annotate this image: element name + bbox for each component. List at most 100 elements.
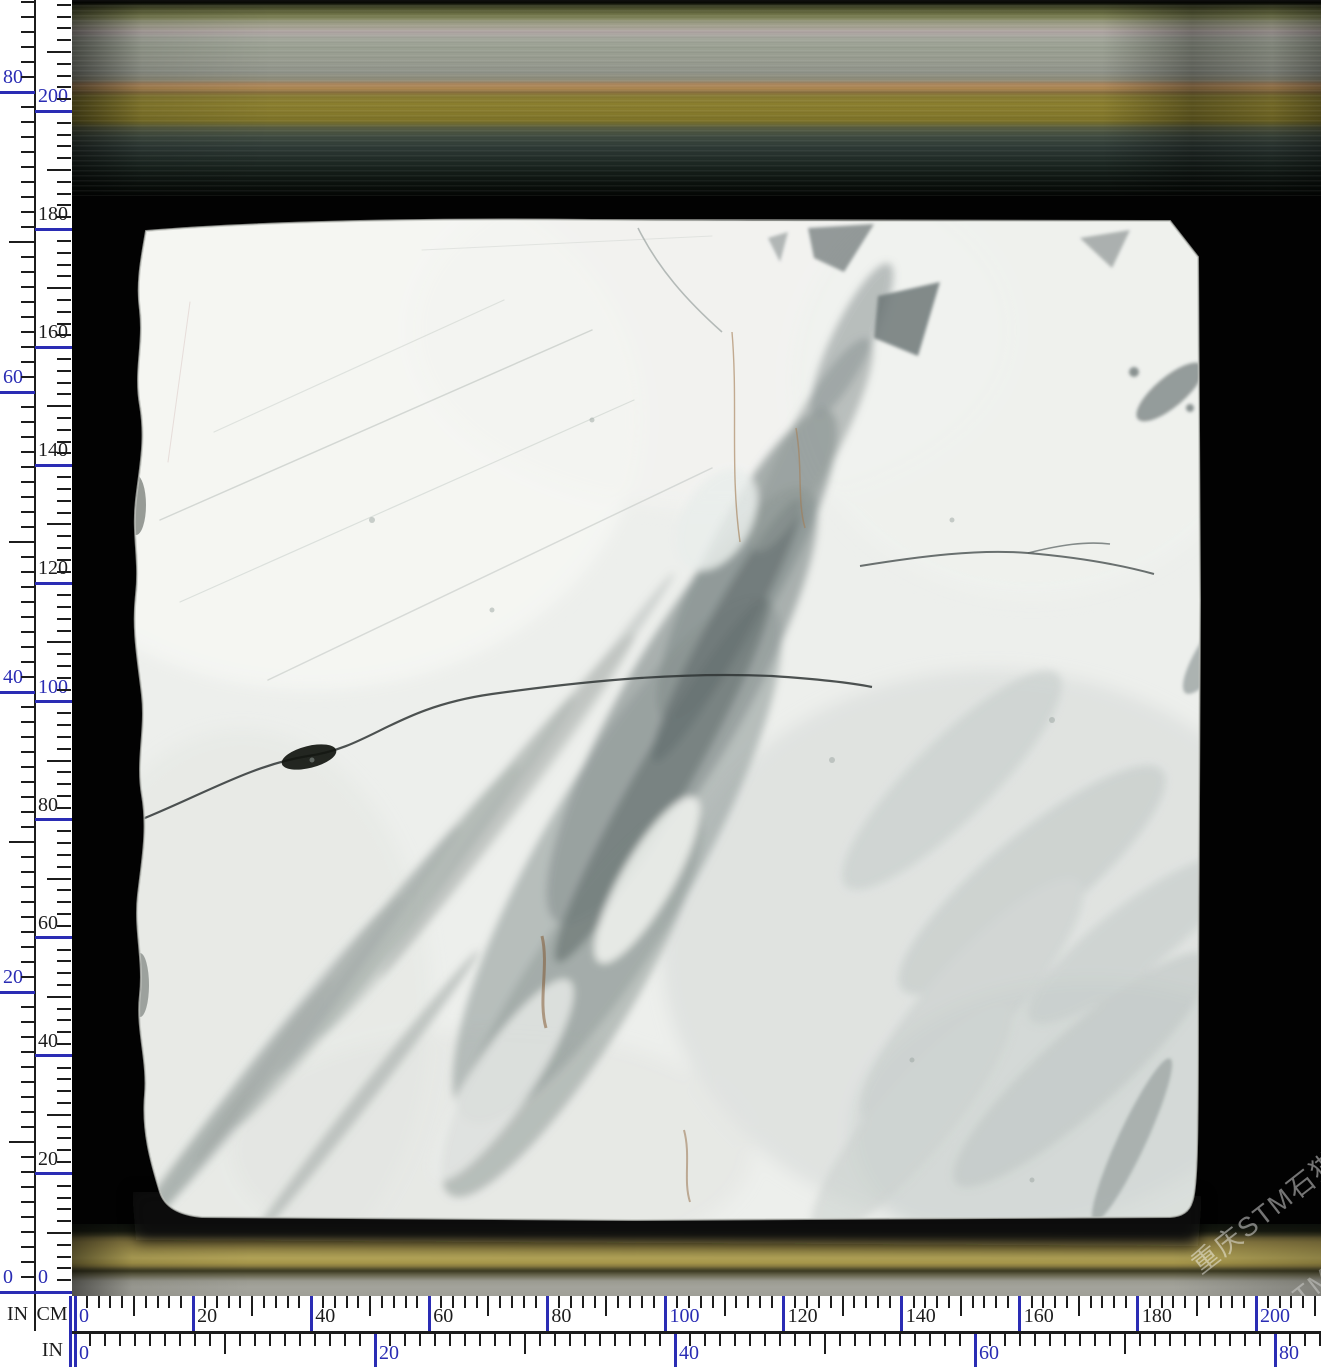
ruler-tick <box>57 1031 71 1033</box>
ruler-tick <box>21 706 35 708</box>
ruler-tick <box>57 441 71 443</box>
horizontal-ruler-cm: 020406080100120140160180200 <box>72 1296 1321 1331</box>
ruler-tick <box>89 1334 91 1346</box>
ruler-tick <box>21 721 35 723</box>
ruler-tick <box>329 1334 331 1346</box>
ruler-tick <box>393 1296 395 1308</box>
ruler-tick <box>57 677 71 679</box>
ruler-tick <box>1042 1296 1044 1308</box>
ruler-tick <box>1124 1334 1126 1354</box>
ruler-tick <box>594 1296 596 1308</box>
ruler-tick <box>629 1334 631 1346</box>
slab-scan-viewer: 重庆STM石猫 重庆STM石猫 020406080020406080100120… <box>0 0 1321 1367</box>
ruler-tick <box>21 406 35 408</box>
ruler-tick <box>21 856 35 858</box>
ruler-tick <box>1279 1296 1281 1308</box>
ruler-tick <box>21 481 35 483</box>
ruler-tick <box>865 1296 867 1308</box>
ruler-label: 160 <box>1024 1305 1054 1327</box>
ruler-tick <box>57 275 71 277</box>
ruler-major-line <box>546 1296 549 1331</box>
ruler-tick <box>21 1186 35 1188</box>
ruler-tick <box>57 452 71 454</box>
ruler-tick <box>1094 1334 1096 1346</box>
ruler-tick <box>57 1208 71 1210</box>
ruler-label: 20 <box>197 1305 217 1327</box>
ruler-tick <box>21 181 35 183</box>
ruler-tick <box>57 1149 71 1151</box>
ruler-tick <box>57 901 71 903</box>
ruler-tick <box>57 75 71 77</box>
ruler-tick <box>614 1334 616 1346</box>
ruler-tick <box>989 1334 991 1346</box>
ruler-major-line <box>974 1334 977 1367</box>
ruler-major-line <box>1274 1334 1277 1367</box>
ruler-tick <box>830 1296 832 1308</box>
ruler-tick <box>21 1081 35 1083</box>
ruler-tick <box>21 766 35 768</box>
ruler-tick <box>1139 1334 1141 1346</box>
ruler-tick <box>558 1296 560 1308</box>
ruler-tick <box>1231 1296 1233 1308</box>
ruler-tick <box>381 1296 383 1308</box>
ruler-tick <box>21 226 35 228</box>
ruler-tick <box>21 106 35 108</box>
ruler-tick <box>263 1296 265 1308</box>
ruler-tick <box>1220 1296 1222 1308</box>
ruler-tick <box>21 1261 35 1263</box>
ruler-tick <box>653 1296 655 1308</box>
ruler-tick <box>21 286 35 288</box>
ruler-tick <box>57 712 71 714</box>
ruler-tick <box>1199 1334 1201 1346</box>
ruler-tick <box>57 63 71 65</box>
ruler-tick <box>98 1296 100 1308</box>
ruler-major-line <box>35 228 72 231</box>
ruler-tick <box>47 51 71 53</box>
ruler-tick <box>1034 1334 1036 1346</box>
ruler-tick <box>57 86 71 88</box>
ruler-major-line <box>310 1296 313 1331</box>
ruler-major-line <box>428 1296 431 1331</box>
ruler-tick <box>1049 1334 1051 1346</box>
ruler-tick <box>764 1334 766 1346</box>
ruler-tick <box>449 1334 451 1346</box>
ruler-tick <box>511 1296 513 1308</box>
marble-slab-image <box>72 0 1321 1296</box>
ruler-tick <box>57 1197 71 1199</box>
ruler-tick <box>9 841 35 843</box>
ruler-major-line <box>0 91 35 94</box>
ruler-tick <box>21 76 35 78</box>
ruler-tick <box>322 1296 324 1308</box>
ruler-tick <box>47 287 71 289</box>
ruler-tick <box>877 1296 879 1308</box>
ruler-tick <box>641 1296 643 1308</box>
ruler-tick <box>1149 1296 1151 1308</box>
ruler-tick <box>404 1334 406 1346</box>
ruler-tick <box>440 1296 442 1308</box>
ruler-label: 60 <box>38 911 58 935</box>
ruler-tick <box>57 913 71 915</box>
ruler-tick <box>314 1334 316 1346</box>
ruler-tick <box>57 4 71 6</box>
ruler-tick <box>21 421 35 423</box>
ruler-tick <box>494 1334 496 1346</box>
ruler-tick <box>959 1334 961 1346</box>
ruler-tick <box>924 1296 926 1308</box>
ruler-tick <box>57 382 71 384</box>
ruler-tick <box>21 331 35 333</box>
ruler-tick <box>357 1296 359 1308</box>
ruler-major-line <box>35 818 72 821</box>
ruler-tick <box>57 866 71 868</box>
ruler-major-line <box>900 1296 903 1331</box>
ruler-tick <box>944 1334 946 1346</box>
ruler-tick <box>57 653 71 655</box>
ruler-tick <box>57 204 71 206</box>
ruler-tick <box>9 541 35 543</box>
ruler-label: 140 <box>906 1305 936 1327</box>
ruler-tick <box>582 1296 584 1308</box>
ruler-tick <box>21 1246 35 1248</box>
ruler-label: 40 <box>3 665 23 689</box>
ruler-label: 40 <box>38 1029 58 1053</box>
ruler-tick <box>57 972 71 974</box>
ruler-tick <box>434 1334 436 1346</box>
